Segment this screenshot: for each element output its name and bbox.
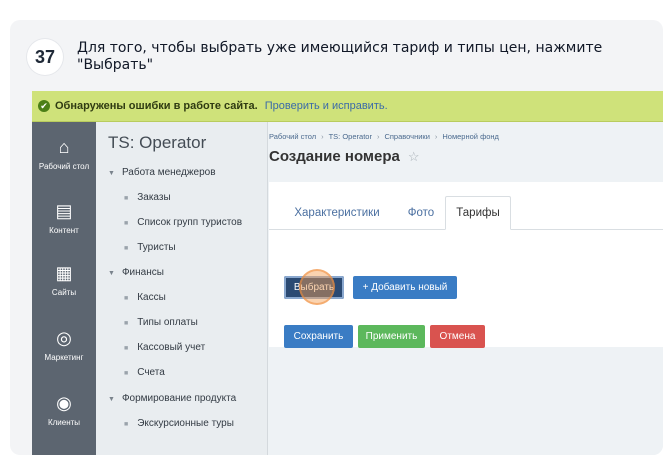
step-card: 37 Для того, чтобы выбрать уже имеющийся… bbox=[10, 20, 663, 455]
error-bar: ✔ Обнаружены ошибки в работе сайта. Пров… bbox=[32, 91, 663, 122]
breadcrumb: Рабочий стол › TS: Operator › Справочники › Но… bbox=[269, 132, 499, 141]
click-indicator bbox=[299, 269, 335, 305]
bullet-icon: ■ bbox=[124, 245, 129, 252]
screenshot: ✔ Обнаружены ошибки в работе сайта. Пров… bbox=[32, 91, 663, 455]
step-number: 37 bbox=[27, 39, 63, 75]
bullet-icon: ■ bbox=[124, 320, 129, 327]
calendar-icon: ▦ bbox=[55, 263, 73, 283]
bullet-icon: ■ bbox=[124, 345, 129, 352]
menu-title: TS: Operator bbox=[108, 133, 207, 152]
sidebar-menu: TS: Operator ▼ Работа менеджеров ■ Заказы … bbox=[96, 122, 268, 455]
breadcrumb-item[interactable]: TS: Operator bbox=[329, 132, 372, 141]
menu-item-cash-accounting[interactable]: ■ Кассовый учет bbox=[124, 342, 205, 353]
menu-item-excursion-tours[interactable]: ■ Экскурсионные туры bbox=[124, 418, 234, 429]
iconbar-label: Рабочий стол bbox=[38, 162, 90, 171]
menu-section-product[interactable]: ▼ Формирование продукта bbox=[108, 393, 236, 404]
cancel-button[interactable]: Отмена bbox=[430, 325, 485, 348]
menu-section-finance[interactable]: ▼ Финансы bbox=[108, 267, 164, 278]
add-new-button[interactable]: + Добавить новый bbox=[353, 276, 457, 299]
main-content: Рабочий стол › TS: Operator › Справочники › Но… bbox=[269, 122, 663, 455]
chevron-right-icon: › bbox=[376, 132, 380, 141]
bullet-icon: ■ bbox=[124, 295, 129, 302]
clients-icon: ◉ bbox=[56, 393, 72, 413]
menu-section-managers[interactable]: ▼ Работа менеджеров bbox=[108, 167, 216, 178]
chevron-down-icon: ▼ bbox=[108, 396, 115, 403]
iconbar-label: Клиенты bbox=[47, 418, 81, 427]
document-icon: ▤ bbox=[55, 201, 73, 221]
iconbar-item-content[interactable]: ▤ Контент bbox=[32, 200, 96, 236]
error-message: Обнаружены ошибки в работе сайта. bbox=[55, 100, 258, 112]
target-icon: ◎ bbox=[56, 328, 72, 348]
apply-button[interactable]: Применить bbox=[358, 325, 425, 348]
chevron-down-icon: ▼ bbox=[108, 270, 115, 277]
tab-tariffs[interactable]: Тарифы bbox=[445, 196, 511, 230]
breadcrumb-item[interactable]: Рабочий стол bbox=[269, 132, 316, 141]
form-panel: Характеристики Фото Тарифы Выбрать + Доб… bbox=[269, 182, 663, 348]
breadcrumb-item[interactable]: Номерной фонд bbox=[442, 132, 499, 141]
bullet-icon: ■ bbox=[124, 421, 129, 428]
chevron-down-icon: ▼ bbox=[108, 170, 115, 177]
iconbar-label: Маркетинг bbox=[44, 353, 84, 362]
menu-item-cash-desks[interactable]: ■ Кассы bbox=[124, 292, 166, 303]
menu-item-tourists[interactable]: ■ Туристы bbox=[124, 242, 176, 253]
iconbar-item-sites[interactable]: ▦ Сайты bbox=[32, 262, 96, 298]
iconbar-label: Контент bbox=[49, 226, 79, 235]
star-icon[interactable]: ☆ bbox=[408, 149, 420, 164]
bullet-icon: ■ bbox=[124, 220, 129, 227]
chevron-right-icon: › bbox=[321, 132, 324, 141]
iconbar-item-marketing[interactable]: ◎ Маркетинг bbox=[32, 327, 96, 363]
admin-iconbar: ⌂ Рабочий стол ▤ Контент ▦ Сайты ◎ Марке… bbox=[32, 122, 96, 455]
step-header: 37 Для того, чтобы выбрать уже имеющийся… bbox=[10, 20, 663, 90]
chevron-right-icon: › bbox=[434, 132, 438, 141]
bullet-icon: ■ bbox=[124, 370, 129, 377]
step-instruction: Для того, чтобы выбрать уже имеющийся та… bbox=[77, 40, 603, 73]
tab-characteristics[interactable]: Характеристики bbox=[285, 196, 389, 230]
fix-errors-link[interactable]: Проверить и исправить. bbox=[265, 100, 388, 112]
home-icon: ⌂ bbox=[58, 137, 70, 157]
tab-photo[interactable]: Фото bbox=[397, 196, 445, 230]
iconbar-item-clients[interactable]: ◉ Клиенты bbox=[32, 392, 96, 428]
menu-item-invoices[interactable]: ■ Счета bbox=[124, 367, 165, 378]
iconbar-label: Сайты bbox=[51, 288, 77, 297]
check-icon: ✔ bbox=[38, 100, 50, 112]
menu-item-tourist-groups[interactable]: ■ Список групп туристов bbox=[124, 217, 242, 228]
menu-item-orders[interactable]: ■ Заказы bbox=[124, 192, 171, 203]
bullet-icon: ■ bbox=[124, 195, 129, 202]
menu-item-payment-types[interactable]: ■ Типы оплаты bbox=[124, 317, 198, 328]
iconbar-item-desktop[interactable]: ⌂ Рабочий стол bbox=[32, 136, 96, 172]
page-title: Создание номера ☆ bbox=[269, 148, 420, 165]
breadcrumb-item[interactable]: Справочники bbox=[384, 132, 429, 141]
save-button[interactable]: Сохранить bbox=[284, 325, 353, 348]
